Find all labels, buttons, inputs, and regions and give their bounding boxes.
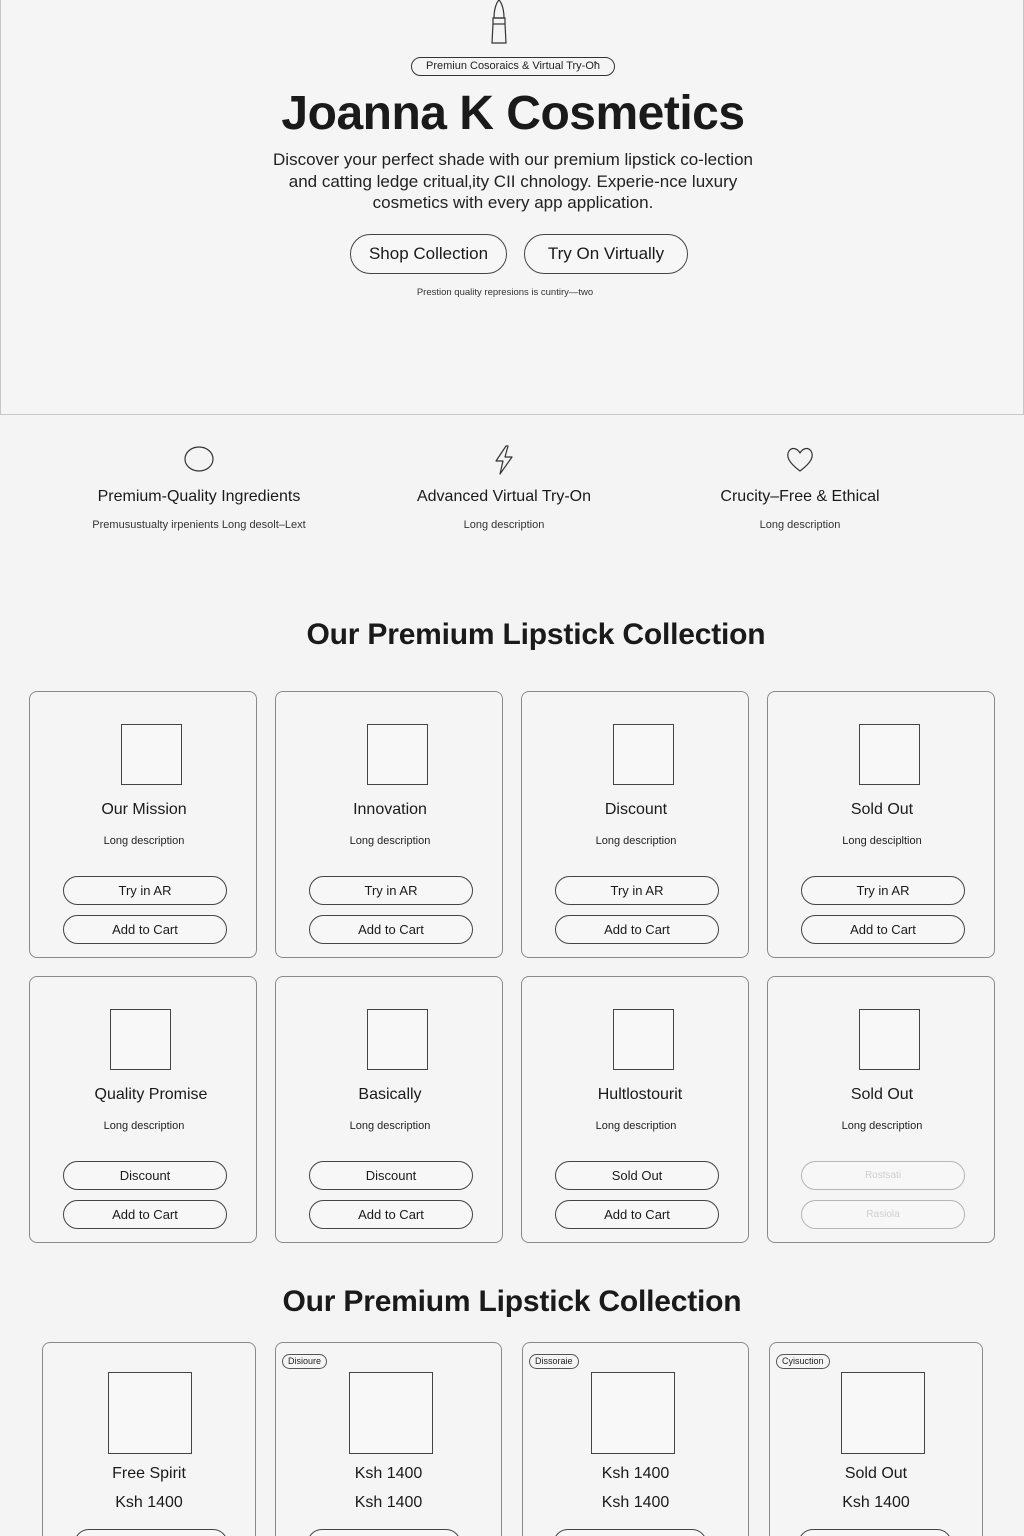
hero-description: Discover your perfect shade with our pre… xyxy=(273,150,753,212)
try-in-ar-button[interactable]: Try in AR xyxy=(309,876,473,905)
feature-title: Crucity–Free & Ethical xyxy=(720,488,880,505)
product-description: Long description xyxy=(595,835,677,847)
product-image xyxy=(349,1372,433,1454)
heart-icon xyxy=(787,447,813,472)
product-name: Sold Out xyxy=(844,1465,908,1482)
product-price: Ksh 1400 xyxy=(842,1494,910,1511)
try-on-virtually-button[interactable]: Try On Virtually xyxy=(524,234,688,274)
price-card: Disioure Ksh 1400 Ksh 1400 xyxy=(275,1342,502,1536)
product-image xyxy=(121,724,182,785)
product-image xyxy=(613,724,674,785)
product-title: Discount xyxy=(604,801,668,818)
lightning-icon xyxy=(495,445,513,475)
feature-title: Advanced Virtual Try-On xyxy=(416,488,591,505)
try-in-ar-button[interactable]: Try in AR xyxy=(63,876,227,905)
add-to-cart-button[interactable]: Add to Cart xyxy=(309,915,473,944)
disabled-button[interactable]: Rasiola xyxy=(801,1200,965,1229)
discount-badge: Disioure xyxy=(282,1354,328,1369)
product-title: Basically xyxy=(358,1086,422,1103)
add-to-cart-button[interactable]: Add to Cart xyxy=(309,1200,473,1229)
product-title: Quality Promise xyxy=(94,1086,208,1103)
product-name: Ksh 1400 xyxy=(354,1465,423,1482)
add-to-cart-button[interactable]: Add to Cart xyxy=(555,915,719,944)
shop-collection-button[interactable]: Shop Collection xyxy=(350,234,507,274)
product-description: Long description xyxy=(349,835,431,847)
product-card: Basically Long description Discount Add … xyxy=(275,976,503,1243)
feature-virtual-try-on: Advanced Virtual Try-On Long description xyxy=(354,444,654,534)
discount-button[interactable]: Discount xyxy=(63,1161,227,1190)
product-image xyxy=(859,1009,920,1070)
feature-cruelty-free: Crucity–Free & Ethical Long description xyxy=(650,444,950,534)
product-price: Ksh 1400 xyxy=(601,1494,670,1511)
product-description: Long description xyxy=(349,1120,431,1132)
disabled-button[interactable]: Rostsati xyxy=(801,1161,965,1190)
status-badge: Cyisuction xyxy=(776,1354,830,1369)
price-card: Free Spirit Ksh 1400 xyxy=(42,1342,256,1536)
product-title: Innovation xyxy=(353,801,427,818)
product-description: Long descipltion xyxy=(842,835,922,847)
product-card: Innovation Long description Try in AR Ad… xyxy=(275,691,503,958)
discount-badge: Dissoraie xyxy=(529,1354,579,1369)
try-in-ar-button[interactable]: Try in AR xyxy=(801,876,965,905)
lipstick-icon xyxy=(491,0,507,44)
page-title: Joanna K Cosmetics xyxy=(281,87,745,140)
feature-description: Premusustualty irpenients Long desolt–Le… xyxy=(92,519,306,531)
product-image xyxy=(859,724,920,785)
product-name: Ksh 1400 xyxy=(601,1465,670,1482)
feature-title: Premium-Quality Ingredients xyxy=(97,488,301,505)
hero-note: Prestion quality represions is cuntiry—t… xyxy=(416,287,594,298)
product-price: Ksh 1400 xyxy=(354,1494,423,1511)
product-image xyxy=(591,1372,675,1454)
product-description: Long description xyxy=(595,1120,677,1132)
product-card: Our Mission Long description Try in AR A… xyxy=(29,691,257,958)
collection-title: Our Premium Lipstick Collection xyxy=(306,618,766,651)
feature-description: Long description xyxy=(463,519,545,531)
product-image xyxy=(841,1372,925,1454)
circle-icon xyxy=(184,446,214,472)
product-description: Long description xyxy=(103,835,185,847)
product-image xyxy=(108,1372,192,1454)
product-title: Hultlostourit xyxy=(597,1086,683,1103)
hero-section: Premiun Cosoraics & Virtual Try-Oħ Joann… xyxy=(0,0,1024,415)
price-card: Cyisuction Sold Out Ksh 1400 xyxy=(769,1342,983,1536)
product-card: Sold Out Long descipltion Try in AR Add … xyxy=(767,691,995,958)
product-title: Our Mission xyxy=(101,801,187,818)
product-image xyxy=(110,1009,171,1070)
discount-button[interactable]: Discount xyxy=(309,1161,473,1190)
product-card: Discount Long description Try in AR Add … xyxy=(521,691,749,958)
hero-badge: Premiun Cosoraics & Virtual Try-Oħ xyxy=(411,57,615,76)
add-to-cart-button[interactable]: Add to Cart xyxy=(63,915,227,944)
add-to-cart-button[interactable]: Add to Cart xyxy=(555,1200,719,1229)
price-card-button[interactable] xyxy=(307,1529,461,1536)
sold-out-button[interactable]: Sold Out xyxy=(555,1161,719,1190)
product-image xyxy=(613,1009,674,1070)
product-card: Sold Out Long description Rostsati Rasio… xyxy=(767,976,995,1243)
price-card-button[interactable] xyxy=(74,1529,228,1536)
product-description: Long description xyxy=(841,1120,923,1132)
price-card-button[interactable] xyxy=(553,1529,707,1536)
product-name: Free Spirit xyxy=(112,1465,186,1482)
try-in-ar-button[interactable]: Try in AR xyxy=(555,876,719,905)
add-to-cart-button[interactable]: Add to Cart xyxy=(63,1200,227,1229)
price-card: Dissoraie Ksh 1400 Ksh 1400 xyxy=(522,1342,749,1536)
price-card-button[interactable] xyxy=(798,1529,952,1536)
feature-ingredients: Premium-Quality Ingredients Premusustual… xyxy=(49,444,349,534)
product-card: Quality Promise Long description Discoun… xyxy=(29,976,257,1243)
feature-description: Long description xyxy=(759,519,841,531)
product-card: Hultlostourit Long description Sold Out … xyxy=(521,976,749,1243)
collection-title: Our Premium Lipstick Collection xyxy=(282,1285,742,1318)
product-title: Sold Out xyxy=(850,1086,914,1103)
product-title: Sold Out xyxy=(850,801,914,818)
product-description: Long description xyxy=(103,1120,185,1132)
product-image xyxy=(367,1009,428,1070)
add-to-cart-button[interactable]: Add to Cart xyxy=(801,915,965,944)
product-price: Ksh 1400 xyxy=(115,1494,183,1511)
product-image xyxy=(367,724,428,785)
